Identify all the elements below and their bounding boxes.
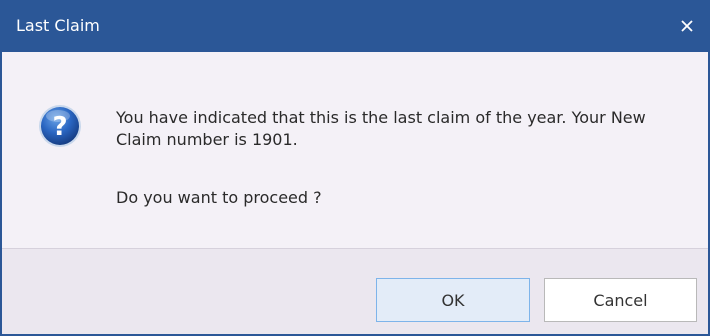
dialog-footer: OK Cancel — [2, 248, 708, 334]
svg-text:?: ? — [52, 112, 67, 142]
close-button[interactable] — [664, 0, 710, 52]
dialog-titlebar[interactable]: Last Claim — [0, 0, 710, 52]
last-claim-dialog: Last Claim ? You have indicated that thi… — [0, 0, 710, 336]
dialog-title: Last Claim — [16, 16, 100, 35]
dialog-prompt: Do you want to proceed ? — [116, 188, 322, 207]
dialog-content: ? You have indicated that this is the la… — [2, 52, 708, 248]
dialog-message: You have indicated that this is the last… — [116, 108, 646, 149]
cancel-button[interactable]: Cancel — [544, 278, 697, 322]
question-icon: ? — [39, 105, 81, 147]
ok-button[interactable]: OK — [376, 278, 530, 322]
close-icon — [681, 20, 693, 32]
